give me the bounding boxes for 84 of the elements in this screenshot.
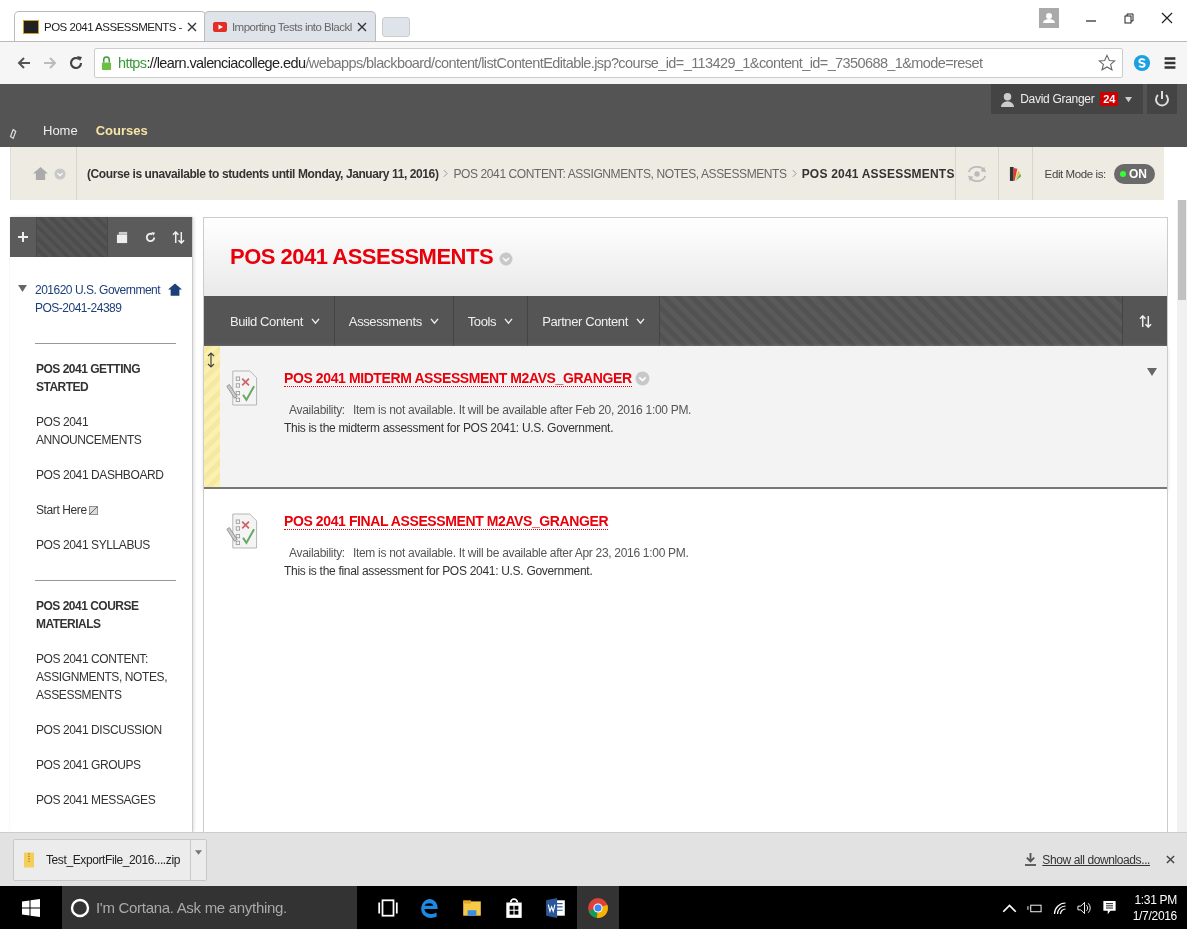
hidden-icon (88, 505, 98, 515)
menu-link[interactable]: POS 2041 MESSAGES (36, 791, 156, 809)
assessment-link[interactable]: POS 2041 MIDTERM ASSESSMENT M2AVS_GRANGER (284, 370, 632, 387)
close-icon[interactable] (1166, 855, 1175, 864)
search-field[interactable]: I'm Cortana. Ask me anything. (62, 886, 357, 929)
close-icon[interactable] (1161, 12, 1173, 24)
course-title[interactable]: 201620 U.S. Government (35, 281, 161, 299)
clock-time[interactable]: 1:31 PM (1134, 891, 1177, 908)
nav-tab[interactable]: Courses (86, 123, 157, 138)
menu-heading[interactable]: POS 2041 GETTING STARTED (36, 360, 182, 396)
availability-label: Availability: (289, 403, 345, 417)
plus-icon (17, 231, 29, 243)
cortana-circle-icon (70, 897, 90, 918)
address-field[interactable]: https://learn.valenciacollege.edu/webapps/blackboard/content/listContentEditable.jsp?course_id=_113429_1&content_id=_7350688_1&mode=reset (94, 48, 1123, 78)
test-document-icon (226, 368, 260, 408)
chevron-down-icon (504, 317, 514, 325)
item-description: This is the midterm assessment for POS 2041: U.S. Government. (284, 421, 615, 435)
edit-mode-label: Edit Mode is: (1044, 167, 1106, 180)
browser-tab[interactable]: Importing Tests into Blackl (203, 11, 376, 41)
reload-icon[interactable] (68, 55, 84, 71)
chevron-down-icon (429, 317, 439, 325)
separator-icon (443, 169, 449, 178)
play-icon (212, 21, 227, 32)
course-code: POS-2041-24389 (35, 300, 123, 317)
browser-tab[interactable]: POS 2041 ASSESSMENTS - (14, 11, 206, 41)
availability-text: Item is not available. It will be available after Feb 20, 2016 1:00 PM. (352, 403, 692, 417)
caret-icon[interactable] (1147, 368, 1157, 376)
windows-start-icon[interactable] (22, 898, 40, 917)
availability-label: Availability: (289, 546, 345, 560)
assessment-link[interactable]: POS 2041 FINAL ASSESSMENT M2AVS_GRANGER (284, 513, 609, 530)
site-logo-icon (23, 19, 39, 34)
back-icon[interactable] (16, 55, 32, 71)
menu-link[interactable]: POS 2041 DISCUSSION (36, 721, 162, 739)
menu-heading[interactable]: POS 2041 COURSE MATERIALS (36, 597, 182, 633)
menu-link[interactable]: POS 2041 DASHBOARD (36, 466, 164, 484)
collapse-icon[interactable] (18, 285, 27, 292)
scrollbar[interactable] (1177, 200, 1187, 832)
page-title: POS 2041 ASSESSMENTS (230, 244, 494, 270)
chat-extension-icon[interactable] (1133, 54, 1151, 72)
logout-button[interactable] (1147, 84, 1177, 114)
browser-icon[interactable] (587, 896, 609, 919)
caret-icon[interactable] (194, 849, 202, 855)
clock-date[interactable]: 1/7/2016 (1132, 907, 1177, 924)
folder-icon (115, 230, 129, 244)
bookmark-star-icon[interactable] (1098, 54, 1116, 72)
restore-icon[interactable] (1123, 12, 1135, 24)
close-icon[interactable] (356, 21, 367, 32)
zip-file-icon (24, 850, 34, 869)
chevron-down-icon (635, 317, 645, 325)
sort-arrows-icon (1138, 314, 1152, 328)
notification-icon[interactable] (1101, 900, 1117, 915)
caret-icon (1124, 95, 1133, 103)
home-icon (168, 283, 183, 296)
notification-badge: 24 (1100, 92, 1118, 106)
edit-mode-toggle[interactable]: ON (1113, 163, 1155, 184)
volume-icon[interactable] (1076, 900, 1092, 915)
lock-icon (101, 55, 112, 71)
download-icon (1025, 853, 1037, 866)
nav-tab[interactable]: Home (34, 123, 87, 138)
test-document-icon (226, 511, 260, 551)
content-item[interactable]: POS 2041 MIDTERM ASSESSMENT M2AVS_GRANGER Availability: Item is not available. It will be available after Feb 20, 2016 1:00 PM. This is the midterm assessment for POS 2041: U.S. Government. (204, 346, 1167, 489)
separator-icon (791, 169, 797, 178)
wifi-icon[interactable] (1051, 900, 1067, 915)
download-item[interactable]: Test_ExportFile_2016....zip (13, 838, 207, 881)
sort-arrows-icon (171, 230, 185, 244)
menu-link[interactable]: Start Here (36, 501, 87, 519)
color-palette-icon[interactable] (1008, 165, 1022, 182)
menu-link[interactable]: POS 2041 SYLLABUS (36, 536, 150, 554)
close-icon[interactable] (186, 21, 197, 32)
item-description: This is the final assessment for POS 2041: U.S. Government. (284, 564, 594, 578)
user-menu[interactable]: David Granger 24 (991, 84, 1143, 114)
power-icon (1153, 90, 1171, 108)
course-notice: (Course is unavailable to students until Monday, January 11, 2016) (87, 166, 439, 181)
menu-link[interactable]: POS 2041 CONTENT: ASSIGNMENTS, NOTES, ASSESSMENTS (36, 650, 182, 704)
user-icon (1001, 91, 1015, 107)
refresh-icon (143, 230, 157, 244)
show-all-downloads-link[interactable]: Show all downloads... (1042, 852, 1150, 867)
breadcrumb: POS 2041 ASSESSMENTS (801, 166, 955, 181)
breadcrumb[interactable]: POS 2041 CONTENT: ASSIGNMENTS, NOTES, ASSESSMENTS (453, 166, 787, 181)
drag-handle-icon[interactable] (207, 352, 215, 368)
availability-text: Item is not available. It will be available after Apr 23, 2016 1:00 PM. (352, 546, 689, 560)
menu-link[interactable]: POS 2041 GROUPS (36, 756, 141, 774)
chevron-down-icon (310, 317, 320, 325)
menu-link[interactable]: POS 2041 ANNOUNCEMENTS (36, 413, 182, 449)
